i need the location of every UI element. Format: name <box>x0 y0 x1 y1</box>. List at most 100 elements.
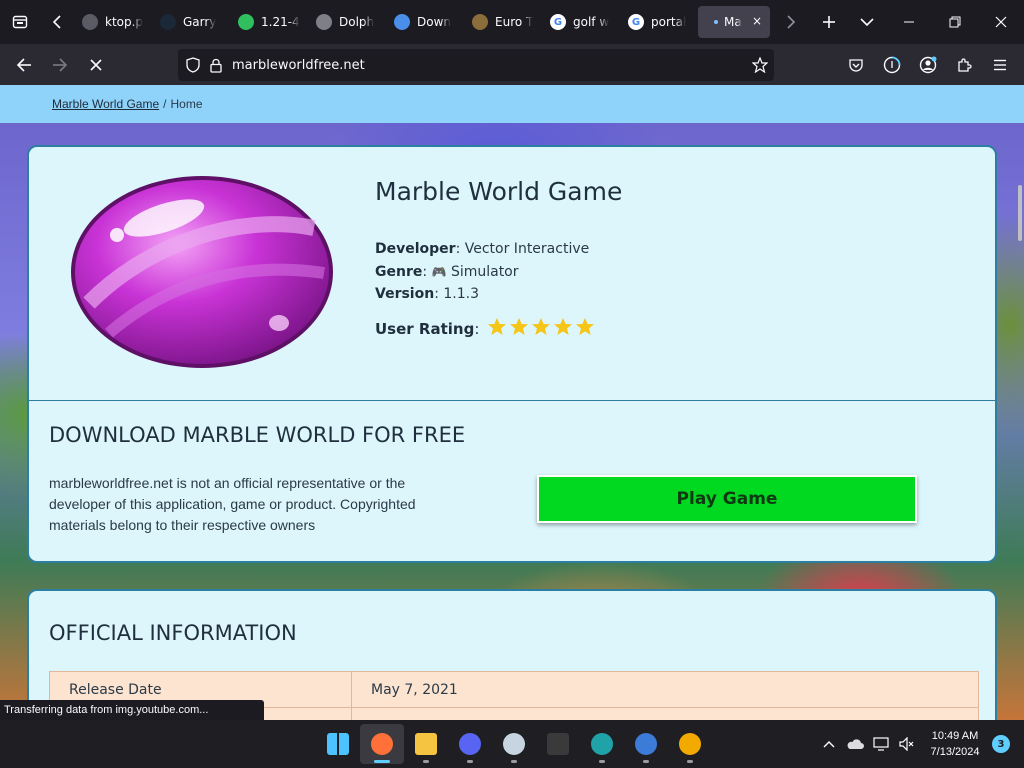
back-button[interactable] <box>6 49 42 81</box>
close-icon <box>995 16 1007 28</box>
download-progress-icon <box>883 56 901 73</box>
taskbar-terminal-button[interactable] <box>536 724 580 764</box>
running-indicator <box>511 760 517 763</box>
taskbar-file-explorer-button[interactable] <box>404 724 448 764</box>
close-tab-icon[interactable]: × <box>752 14 762 28</box>
web-page: Marble World Game / Home Marble World Ga… <box>0 85 1024 720</box>
chevron-up-icon <box>823 741 835 748</box>
tab-title: portal <box>651 15 687 29</box>
star-icon <box>576 318 595 335</box>
tab-title: golf w <box>573 15 610 29</box>
menu-button[interactable] <box>982 49 1018 81</box>
info-value <box>351 707 979 720</box>
tab-4[interactable]: Down <box>386 6 462 38</box>
downloads-button[interactable] <box>874 49 910 81</box>
tab-title: ktop.p <box>105 15 144 29</box>
star-icon <box>510 318 529 335</box>
url-text[interactable]: marbleworldfree.net <box>232 58 365 73</box>
tab-5[interactable]: Euro T <box>464 6 540 38</box>
gamepad-icon: 🎮 <box>431 265 447 279</box>
running-indicator <box>374 760 390 763</box>
taskbar-windows-start-button[interactable] <box>316 724 360 764</box>
account-button[interactable] <box>910 49 946 81</box>
clock-time: 10:49 AM <box>931 730 979 742</box>
file-explorer-icon <box>415 733 437 755</box>
scroll-tabs-left-button[interactable] <box>40 0 74 44</box>
tab-title: Down <box>417 15 452 29</box>
tab-active[interactable]: Ma × <box>698 6 770 38</box>
taskbar-qbittorrent-button[interactable] <box>624 724 668 764</box>
scroll-tabs-right-button[interactable] <box>772 0 810 44</box>
system-tray: 10:49 AM 7/13/2024 3 <box>816 720 1024 768</box>
star-icon <box>488 318 507 335</box>
list-all-tabs-button[interactable] <box>848 0 886 44</box>
taskbar-discord-button[interactable] <box>448 724 492 764</box>
network-icon[interactable] <box>868 728 894 760</box>
windows-taskbar: 10:49 AM 7/13/2024 3 <box>0 720 1024 768</box>
address-bar[interactable]: marbleworldfree.net <box>178 49 774 81</box>
curseforge-icon <box>238 14 254 30</box>
breadcrumb-home-link[interactable]: Marble World Game <box>52 97 159 111</box>
restore-button[interactable] <box>932 0 978 44</box>
genre-value: Simulator <box>450 264 519 280</box>
new-tab-button[interactable] <box>810 0 848 44</box>
tracking-protection-icon[interactable] <box>186 57 200 73</box>
running-indicator <box>467 760 473 763</box>
notification-badge[interactable]: 3 <box>992 735 1010 753</box>
forward-button[interactable] <box>42 49 78 81</box>
running-indicator <box>423 760 429 763</box>
extensions-button[interactable] <box>946 49 982 81</box>
stop-loading-button[interactable] <box>78 49 114 81</box>
dolphin-icon <box>316 14 332 30</box>
developer-label: Developer <box>375 241 456 257</box>
onedrive-tray-icon[interactable] <box>842 728 868 760</box>
rating-row: User Rating: <box>375 317 597 338</box>
game-card: Marble World Game Developer: Vector Inte… <box>27 145 997 563</box>
account-icon <box>919 56 937 73</box>
tab-7[interactable]: Gportal <box>620 6 696 38</box>
play-game-button[interactable]: Play Game <box>537 475 917 523</box>
developer-value: Vector Interactive <box>464 241 590 257</box>
status-panel: Transferring data from img.youtube.com..… <box>0 700 264 720</box>
firefox-view-button[interactable] <box>0 0 40 44</box>
taskbar-zenless-button[interactable] <box>668 724 712 764</box>
google-icon: G <box>550 14 566 30</box>
plus-icon <box>823 16 835 28</box>
close-window-button[interactable] <box>978 0 1024 44</box>
taskbar-edge-button[interactable] <box>580 724 624 764</box>
arrow-right-icon <box>53 57 68 72</box>
version-label: Version <box>375 286 435 302</box>
pocket-button[interactable] <box>838 49 874 81</box>
tab-title: Euro T <box>495 15 534 29</box>
rating-stars <box>487 317 597 337</box>
tab-title: Garry <box>183 15 217 29</box>
tab-6[interactable]: Ggolf w <box>542 6 618 38</box>
clock[interactable]: 10:49 AM 7/13/2024 <box>920 728 990 760</box>
chevron-left-icon <box>52 15 61 29</box>
edge-icon <box>591 733 613 755</box>
running-indicator <box>687 760 693 763</box>
volume-muted-icon[interactable] <box>894 728 920 760</box>
tab-1[interactable]: Garry <box>152 6 228 38</box>
tab-3[interactable]: Dolph <box>308 6 384 38</box>
show-hidden-icons-button[interactable] <box>816 728 842 760</box>
game-summary: Marble World Game Developer: Vector Inte… <box>29 147 995 401</box>
arrow-left-icon <box>16 57 31 72</box>
version-value: 1.1.3 <box>443 286 479 302</box>
tab-title: 1.21-4 <box>261 15 300 29</box>
taskbar-firefox-button[interactable] <box>360 724 404 764</box>
tab-2[interactable]: 1.21-4 <box>230 6 306 38</box>
tab-0[interactable]: ktop.p <box>74 6 150 38</box>
taskbar-steam-button[interactable] <box>492 724 536 764</box>
breadcrumb: Marble World Game / Home <box>0 85 1024 123</box>
bookmark-star-icon[interactable] <box>752 57 768 73</box>
lock-icon[interactable] <box>210 58 222 73</box>
minimize-button[interactable] <box>886 0 932 44</box>
discord-icon <box>459 733 481 755</box>
breadcrumb-separator: / <box>163 97 167 111</box>
clock-date: 7/13/2024 <box>930 746 980 758</box>
breadcrumb-current: Home <box>170 97 203 111</box>
page-scrollbar[interactable] <box>1018 185 1022 241</box>
firefox-icon <box>371 733 393 755</box>
terminal-icon <box>547 733 569 755</box>
